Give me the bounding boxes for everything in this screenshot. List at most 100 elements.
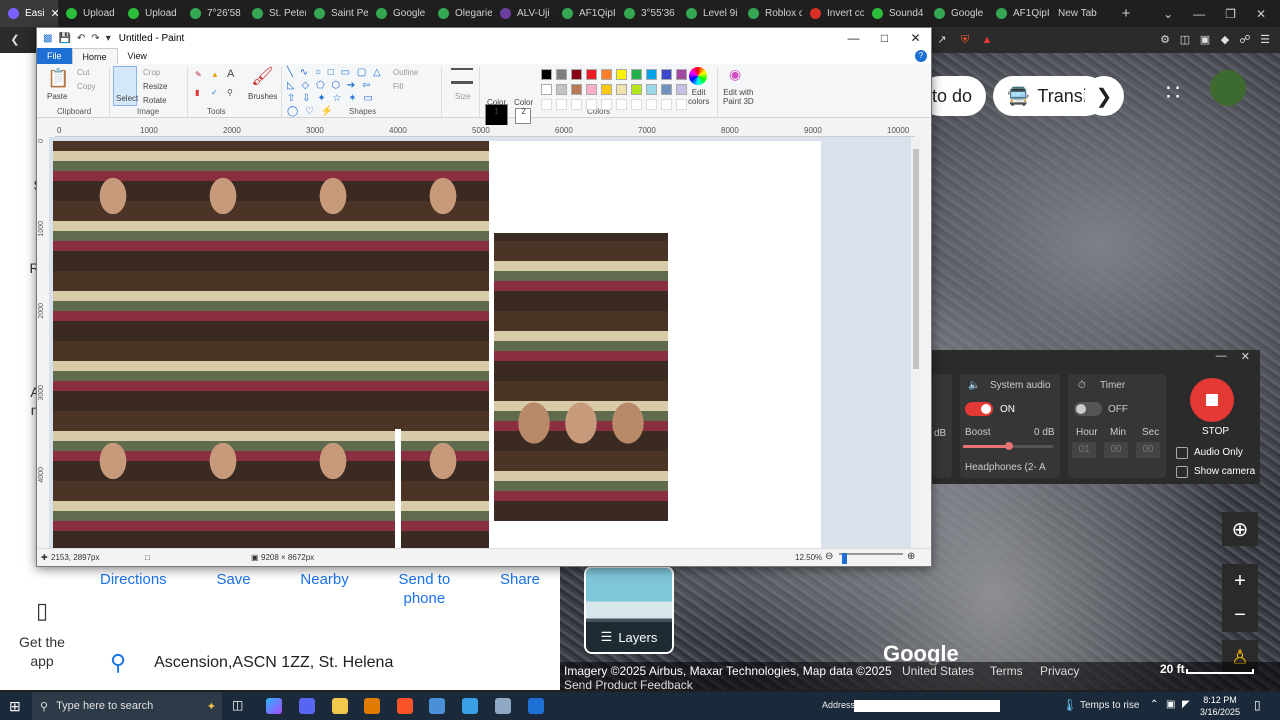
show-camera-checkbox[interactable] <box>1176 466 1188 478</box>
sidebar-icon[interactable]: ◫ <box>1178 33 1192 47</box>
audio-device-select[interactable]: Headphones (2- A <box>965 462 1046 473</box>
save-icon[interactable]: 💾 <box>58 33 70 44</box>
minimize-icon[interactable]: — <box>838 28 869 48</box>
task-view-icon[interactable]: ◫ <box>232 698 248 714</box>
copilot-icon[interactable] <box>266 698 282 714</box>
palette-swatch[interactable] <box>676 69 687 80</box>
palette-swatch[interactable] <box>556 69 567 80</box>
avatar[interactable] <box>1210 70 1246 106</box>
get-app-line-2[interactable]: app <box>0 652 84 671</box>
resize-button[interactable]: Resize <box>143 82 167 91</box>
windows-start-icon[interactable]: ⊞ <box>9 698 21 715</box>
brushes-button[interactable]: Brushes <box>248 92 277 101</box>
app-icon-4[interactable] <box>495 698 511 714</box>
browser-tab[interactable]: Olegarie <box>430 0 492 27</box>
place-action-button[interactable]: Save <box>216 570 250 608</box>
eraser-icon[interactable]: ▮ <box>195 88 199 97</box>
region-link[interactable]: United States <box>902 664 974 678</box>
min-input[interactable]: 00 <box>1104 442 1128 458</box>
close-icon[interactable]: ✕ <box>900 28 931 48</box>
size-button[interactable]: Size <box>455 92 471 101</box>
pasted-image-small[interactable] <box>494 233 668 521</box>
pencil-icon[interactable]: ✎ <box>195 70 202 79</box>
hour-input[interactable]: 01 <box>1072 442 1096 458</box>
place-address[interactable]: Ascension,ASCN 1ZZ, St. Helena <box>154 654 393 672</box>
color-picker-icon[interactable]: ✓ <box>211 88 218 97</box>
palette-swatch[interactable] <box>571 84 582 95</box>
browser-tab[interactable]: 3°55'36 <box>616 0 678 27</box>
browser-tab[interactable]: ALV-Uji <box>492 0 554 27</box>
zoom-out-icon[interactable]: ⊖ <box>825 551 833 562</box>
custom-color-slot[interactable] <box>661 99 672 110</box>
audio-only-checkbox[interactable] <box>1176 447 1188 459</box>
palette-swatch[interactable] <box>616 84 627 95</box>
taskbar-search[interactable]: ⚲ Type here to search ✦ <box>32 692 222 720</box>
browser-tab[interactable]: Google <box>926 0 988 27</box>
brave-shield-icon[interactable]: ⛨ <box>958 33 972 47</box>
tab-file[interactable]: File <box>37 48 72 64</box>
scroll-thumb[interactable] <box>913 149 919 369</box>
weather-text[interactable]: Temps to rise <box>1080 700 1139 711</box>
palette-swatch[interactable] <box>616 69 627 80</box>
brave-rewards-icon[interactable]: ▲ <box>980 33 994 47</box>
new-tab-button[interactable]: + <box>1112 5 1140 22</box>
browser-tab[interactable]: Roblox c <box>740 0 802 27</box>
place-action-button[interactable]: Directions <box>100 570 167 608</box>
palette-swatch[interactable] <box>631 69 642 80</box>
custom-color-slot[interactable] <box>601 99 612 110</box>
edit-colors-icon[interactable] <box>689 67 707 85</box>
canvas-workspace[interactable] <box>49 137 921 549</box>
tray-chevron-icon[interactable]: ⌃ <box>1150 699 1158 710</box>
terms-link[interactable]: Terms <box>990 664 1023 678</box>
brave-icon[interactable] <box>397 698 413 714</box>
custom-color-slot[interactable] <box>586 99 597 110</box>
palette-swatch[interactable] <box>646 69 657 80</box>
browser-restore-icon[interactable]: ❐ <box>1225 7 1236 21</box>
edit-colors-button[interactable]: Edit colors <box>688 88 709 106</box>
fill-button[interactable]: Fill <box>393 82 403 91</box>
brush-icon[interactable]: 🖌 <box>251 66 274 87</box>
magnifier-icon[interactable]: ⚲ <box>227 88 233 97</box>
palette-swatch[interactable] <box>601 84 612 95</box>
redo-icon[interactable]: ↷ <box>91 33 99 44</box>
puzzle-icon[interactable]: ◆ <box>1218 33 1232 47</box>
apps-grid-icon[interactable]: ∷ <box>1166 80 1180 106</box>
crop-button[interactable]: Crop <box>143 68 160 77</box>
get-app-line-1[interactable]: Get the <box>0 633 84 652</box>
network-icon[interactable]: ◤ <box>1182 699 1190 710</box>
weather-icon[interactable]: 🌡 <box>1062 698 1077 712</box>
tray-app-icon[interactable]: ▣ <box>1166 699 1175 710</box>
browser-tab[interactable]: New Tab <box>1050 0 1112 27</box>
browser-tab[interactable]: Upload <box>120 0 182 27</box>
browser-tab[interactable]: Easi ✕ <box>0 0 58 27</box>
palette-swatch[interactable] <box>646 84 657 95</box>
privacy-link[interactable]: Privacy <box>1040 664 1079 678</box>
edit-with-paint3d-button[interactable]: Edit with Paint 3D <box>723 88 754 106</box>
palette-swatch[interactable] <box>676 84 687 95</box>
cut-button[interactable]: Cut <box>77 68 89 77</box>
recorder-close-icon[interactable]: ✕ <box>1241 350 1250 368</box>
sec-input[interactable]: 00 <box>1136 442 1160 458</box>
timer-toggle[interactable] <box>1074 402 1102 416</box>
browser-tab[interactable]: Invert co <box>802 0 864 27</box>
menu-icon[interactable]: ☰ <box>1258 33 1272 47</box>
palette-swatch[interactable] <box>661 84 672 95</box>
drawing-canvas[interactable] <box>53 141 821 549</box>
outline-button[interactable]: Outline <box>393 68 418 77</box>
place-action-button[interactable]: Send to phone <box>399 570 451 608</box>
paint3d-icon[interactable]: ◉ <box>729 66 741 83</box>
phone-icon[interactable]: ▯ <box>0 598 84 624</box>
browser-tab[interactable]: 7°26'58 <box>182 0 244 27</box>
share-icon[interactable]: ↗ <box>935 33 949 47</box>
help-icon[interactable]: ? <box>915 50 927 62</box>
extensions-icon[interactable]: ⚙ <box>1158 33 1172 47</box>
recorder-minimize-icon[interactable]: — <box>1216 350 1227 368</box>
feedback-link[interactable]: Send Product Feedback <box>564 678 693 692</box>
palette-swatch[interactable] <box>541 69 552 80</box>
back-icon[interactable]: ❮ <box>8 33 22 47</box>
notifications-icon[interactable]: ▯ <box>1254 698 1261 712</box>
paste-button[interactable]: Paste <box>47 92 67 101</box>
custom-color-slot[interactable] <box>631 99 642 110</box>
palette-swatch[interactable] <box>661 69 672 80</box>
app-icon-3[interactable] <box>462 698 478 714</box>
